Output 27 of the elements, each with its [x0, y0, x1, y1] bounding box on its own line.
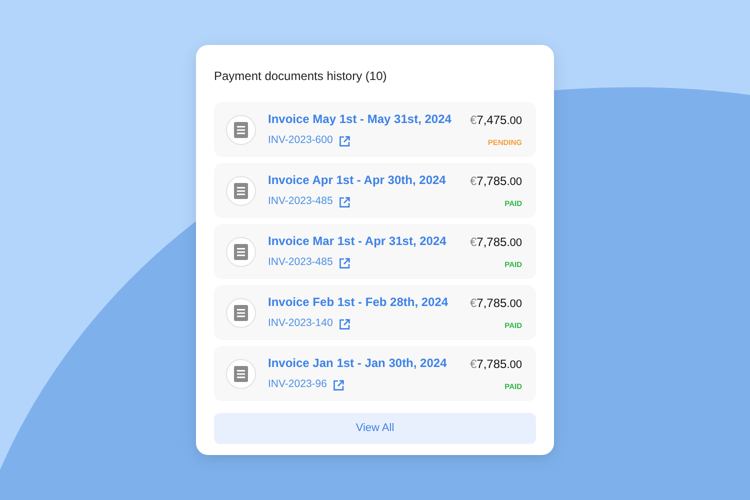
document-icon: [226, 298, 256, 328]
invoice-title[interactable]: Invoice May 1st - May 31st, 2024: [268, 110, 470, 128]
invoice-amount: €7,475.00: [470, 112, 522, 129]
document-icon: [226, 236, 256, 266]
external-link-icon[interactable]: [338, 196, 350, 208]
invoice-title[interactable]: Invoice Jan 1st - Jan 30th, 2024: [268, 354, 470, 372]
invoice-title[interactable]: Invoice Feb 1st - Feb 28th, 2024: [268, 293, 470, 312]
external-link-icon[interactable]: [338, 258, 350, 268]
invoice-number: INV-2023-485: [268, 194, 333, 210]
invoice-number: INV-2023-140: [268, 316, 333, 332]
invoice-number: INV-2023-96: [268, 377, 327, 392]
card-title: Payment documents history (10): [214, 68, 388, 85]
invoice-number: INV-2023-485: [268, 255, 333, 270]
view-all-button[interactable]: View All: [214, 413, 536, 444]
invoice-amount: €7,785.00: [470, 172, 522, 190]
document-icon: [226, 176, 256, 206]
invoice-title[interactable]: Invoice Mar 1st - Apr 31st, 2024: [268, 232, 470, 250]
invoice-number: INV-2023-600: [268, 133, 333, 148]
invoice-amount: €7,785.00: [470, 234, 522, 251]
document-icon: [226, 114, 256, 144]
external-link-icon[interactable]: [338, 136, 350, 146]
document-icon: [226, 358, 256, 388]
invoice-amount: €7,785.00: [470, 356, 522, 373]
invoice-amount: €7,785.00: [470, 294, 522, 312]
invoice-title[interactable]: Invoice Apr 1st - Apr 30th, 2024: [268, 171, 470, 190]
external-link-icon[interactable]: [332, 380, 344, 390]
external-link-icon[interactable]: [338, 318, 350, 330]
